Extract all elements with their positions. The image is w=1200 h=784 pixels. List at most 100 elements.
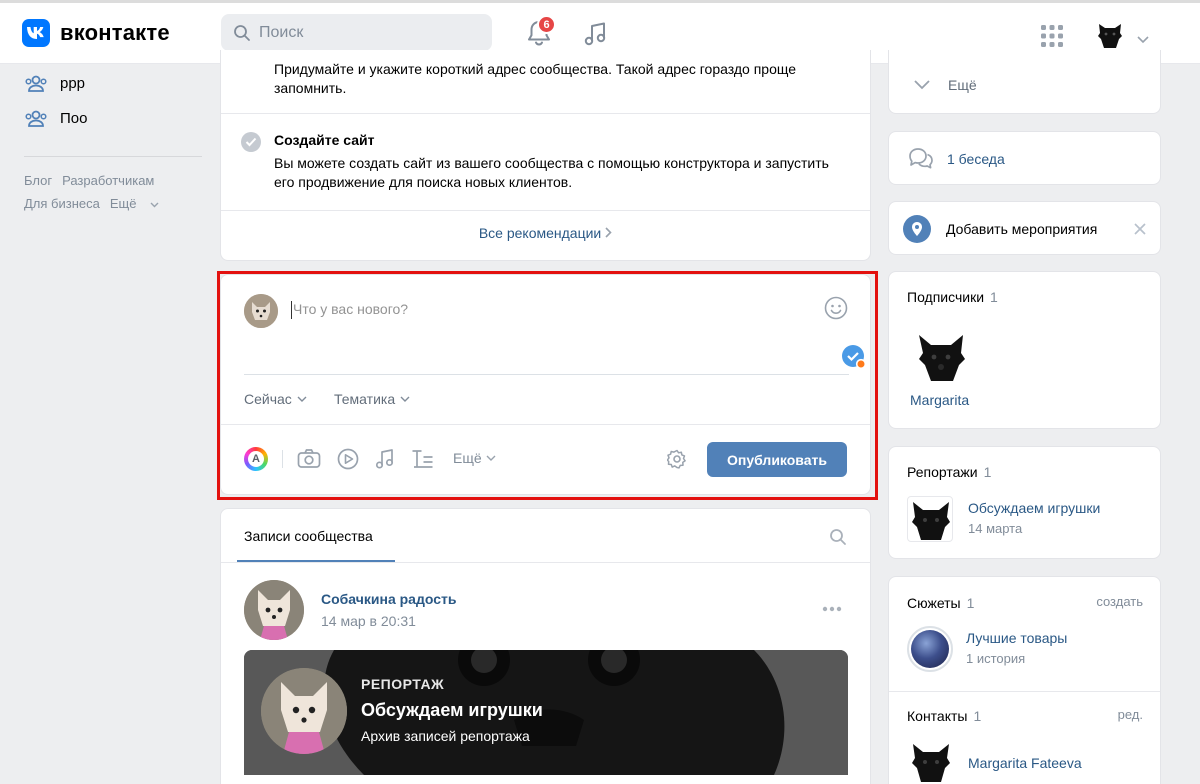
link-developers[interactable]: Разработчикам — [62, 173, 154, 188]
tip-site-text: Вы можете создать сайт из вашего сообщес… — [274, 155, 829, 190]
chats-label: 1 беседа — [947, 151, 1005, 167]
groups-icon — [25, 75, 47, 92]
post-composer: Что у вас нового? Сейчас Тематика A Ещё … — [220, 274, 871, 495]
tip-site-title[interactable]: Создайте сайт — [274, 132, 374, 148]
reports-count: 1 — [983, 464, 992, 480]
report-thumbnail[interactable] — [907, 496, 953, 542]
search-input[interactable] — [259, 23, 459, 42]
link-business[interactable]: Для бизнеса — [24, 196, 100, 211]
artificial-intelligence-a-icon[interactable]: A — [244, 447, 268, 471]
close-icon[interactable] — [1134, 222, 1146, 238]
report-banner[interactable]: РЕПОРТАЖ Обсуждаем игрушки Архив записей… — [244, 650, 848, 775]
stories-header[interactable]: Сюжеты 1 — [907, 595, 974, 611]
contacts-header[interactable]: Контакты 1 — [907, 708, 981, 724]
attach-more-dropdown[interactable]: Ещё — [453, 450, 496, 466]
chevron-down-icon — [400, 396, 410, 402]
contacts-count: 1 — [973, 708, 982, 724]
music-note-icon[interactable] — [374, 448, 396, 473]
post-author-name[interactable]: Собачкина радость — [321, 591, 456, 607]
article-text-icon[interactable] — [411, 448, 435, 473]
sidebar-item-group-1[interactable]: ррр — [24, 66, 202, 101]
publish-button[interactable]: Опубликовать — [707, 442, 847, 477]
video-play-icon[interactable] — [337, 448, 359, 473]
profile-avatar[interactable] — [1093, 18, 1127, 52]
chat-bubbles-icon — [908, 147, 934, 172]
report-avatar — [261, 668, 347, 754]
follower-avatar[interactable] — [913, 329, 969, 385]
post-time-dropdown[interactable]: Сейчас — [244, 391, 307, 407]
post-topic-label: Тематика — [334, 391, 396, 407]
sidebar-item-group-2[interactable]: Поо — [24, 101, 202, 136]
story-count: 1 история — [966, 651, 1026, 666]
story-name[interactable]: Лучшие товары — [966, 630, 1067, 646]
post-time-label: Сейчас — [244, 391, 292, 407]
logo-text: вконтакте — [60, 20, 170, 45]
chevron-down-icon — [297, 396, 307, 402]
music-icon[interactable] — [583, 21, 609, 50]
report-kicker: РЕПОРТАЖ — [361, 676, 445, 692]
search-icon — [234, 24, 250, 41]
report-title: Обсуждаем игрушки — [361, 700, 543, 720]
chevron-right-icon — [605, 227, 612, 238]
sidebar-divider — [24, 156, 202, 157]
composer-input[interactable]: Что у вас нового? — [293, 301, 408, 317]
profile-chevron-down-icon[interactable] — [1137, 31, 1149, 47]
camera-icon[interactable] — [297, 448, 321, 473]
followers-count: 1 — [990, 289, 998, 305]
all-recommendations-link[interactable]: Все рекомендации — [221, 225, 870, 241]
location-pin-icon — [903, 215, 931, 243]
sidebar-footer-links: Блог Разработчикам Для бизнеса Ещё — [24, 169, 202, 215]
emoji-smile-icon[interactable] — [824, 296, 848, 323]
recommendations-card: Придумайте и укажите короткий адрес сооб… — [220, 50, 871, 261]
checked-status-icon[interactable] — [841, 344, 867, 373]
contact-avatar[interactable] — [909, 740, 953, 784]
create-story-link[interactable]: создать — [1096, 594, 1143, 609]
reports-header[interactable]: Репортажи 1 — [907, 464, 991, 480]
chevron-down-icon — [150, 202, 159, 208]
notifications-badge: 6 — [537, 15, 556, 34]
link-more[interactable]: Ещё — [110, 196, 159, 211]
chevron-down-icon — [486, 455, 496, 461]
chevron-down-icon[interactable] — [914, 77, 930, 93]
chats-card[interactable]: 1 беседа — [888, 131, 1161, 185]
text-cursor — [291, 301, 292, 319]
attach-more-label: Ещё — [453, 450, 482, 466]
all-recommendations-label: Все рекомендации — [478, 225, 602, 241]
tip-short-address-text: Придумайте и укажите короткий адрес сооб… — [274, 61, 797, 96]
tab-community-posts[interactable]: Записи сообщества — [244, 528, 373, 544]
search-bar[interactable] — [221, 14, 492, 51]
vk-logo[interactable]: вконтакте — [22, 19, 170, 47]
report-date: 14 марта — [968, 521, 1023, 536]
report-subtitle: Архив записей репортажа — [361, 728, 530, 744]
vk-logo-icon — [22, 19, 50, 47]
community-posts-card: Записи сообщества Собачкина радость 14 м… — [220, 508, 871, 784]
menu-more-card: Ещё — [888, 50, 1161, 114]
settings-gear-icon[interactable] — [666, 449, 687, 472]
add-event-card[interactable]: Добавить мероприятия — [888, 201, 1161, 255]
contacts-title: Контакты — [907, 708, 968, 724]
search-icon[interactable] — [829, 528, 847, 549]
add-event-label: Добавить мероприятия — [946, 221, 1098, 237]
composer-avatar — [244, 294, 278, 328]
stories-contacts-card: Сюжеты 1 создать Лучшие товары 1 история … — [888, 576, 1161, 784]
stories-count: 1 — [966, 595, 975, 611]
sidebar-item-label: Поо — [60, 110, 88, 127]
apps-grid-icon[interactable] — [1041, 25, 1063, 50]
story-avatar[interactable] — [907, 626, 953, 672]
menu-more-button[interactable]: Ещё — [948, 77, 977, 93]
post-author-avatar[interactable] — [244, 580, 304, 640]
report-name[interactable]: Обсуждаем игрушки — [968, 500, 1100, 516]
followers-header[interactable]: Подписчики 1 — [907, 289, 998, 305]
reports-card: Репортажи 1 Обсуждаем игрушки 14 марта — [888, 446, 1161, 559]
link-more-label: Ещё — [109, 196, 137, 211]
link-blog[interactable]: Блог — [24, 173, 52, 188]
groups-icon — [25, 110, 47, 127]
check-circle-icon — [241, 132, 261, 152]
edit-contacts-link[interactable]: ред. — [1118, 707, 1143, 722]
post-date[interactable]: 14 мар в 20:31 — [321, 613, 416, 629]
contact-name[interactable]: Margarita Fateeva — [968, 755, 1082, 771]
more-dots-icon[interactable] — [822, 599, 842, 615]
followers-card: Подписчики 1 Margarita — [888, 271, 1161, 429]
follower-name[interactable]: Margarita — [910, 392, 969, 408]
post-topic-dropdown[interactable]: Тематика — [334, 391, 410, 407]
